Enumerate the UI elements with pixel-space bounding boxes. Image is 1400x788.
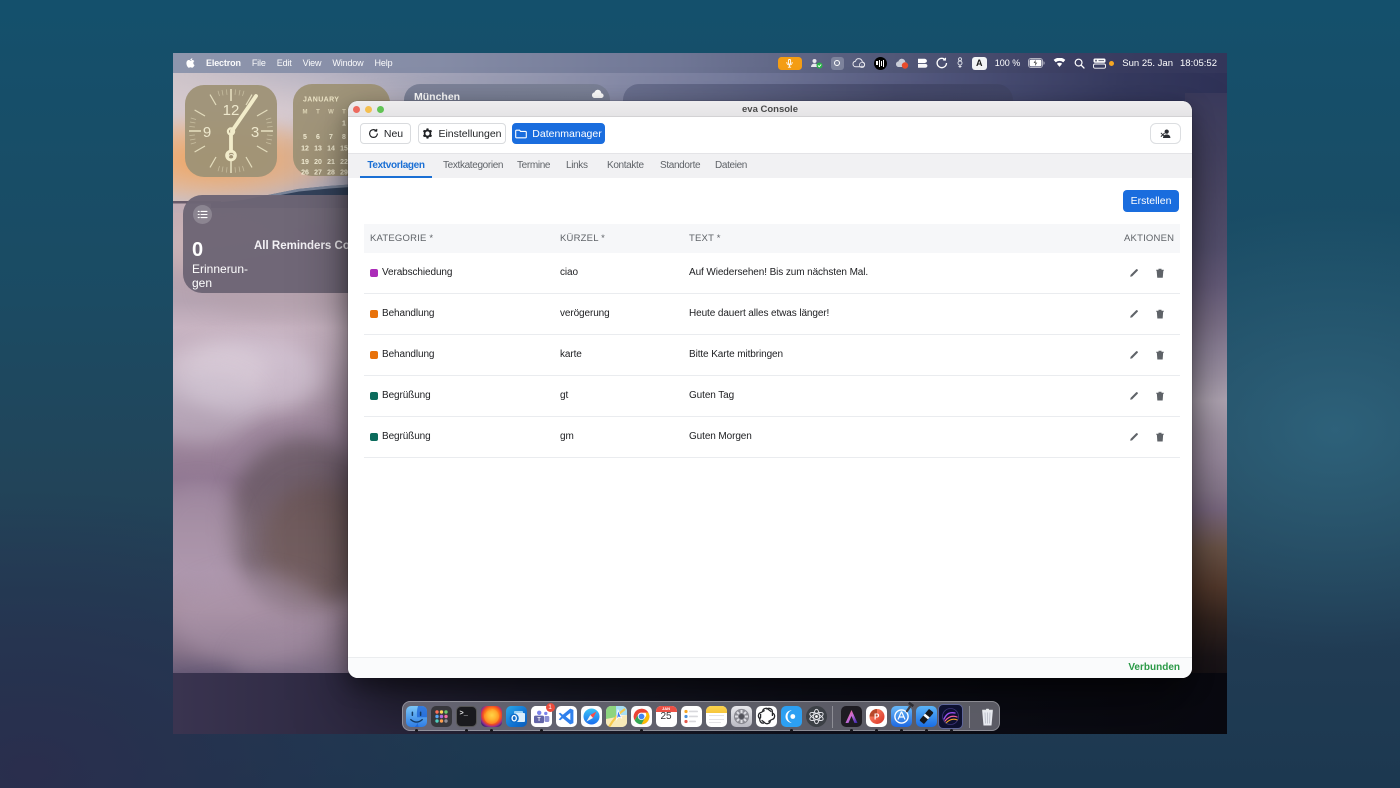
svg-text:12: 12 bbox=[223, 102, 240, 119]
svg-text:M: M bbox=[303, 110, 308, 116]
svg-text:28: 28 bbox=[327, 170, 335, 177]
svg-text:9: 9 bbox=[203, 124, 211, 141]
svg-text:i: i bbox=[861, 62, 862, 67]
svg-text:P: P bbox=[874, 713, 880, 722]
svg-text:3: 3 bbox=[251, 124, 259, 141]
svg-text:8: 8 bbox=[342, 134, 346, 141]
svg-text:W: W bbox=[328, 110, 334, 116]
svg-text:7: 7 bbox=[329, 134, 333, 141]
svg-text:T: T bbox=[316, 110, 320, 116]
svg-text:22: 22 bbox=[340, 159, 348, 166]
svg-text:19: 19 bbox=[301, 159, 309, 166]
svg-text:15: 15 bbox=[340, 146, 348, 153]
svg-text:6: 6 bbox=[316, 134, 320, 141]
svg-text:27: 27 bbox=[314, 170, 322, 177]
svg-text:JANUARY: JANUARY bbox=[303, 97, 339, 104]
svg-text:12: 12 bbox=[301, 146, 309, 153]
svg-text:29: 29 bbox=[340, 170, 348, 177]
svg-text:13: 13 bbox=[314, 146, 322, 153]
svg-text:21: 21 bbox=[327, 159, 335, 166]
svg-text:T: T bbox=[342, 110, 346, 116]
svg-text:14: 14 bbox=[327, 146, 335, 153]
svg-text:1: 1 bbox=[342, 121, 346, 128]
svg-text:26: 26 bbox=[301, 170, 309, 177]
svg-text:5: 5 bbox=[303, 134, 307, 141]
svg-text:20: 20 bbox=[314, 159, 322, 166]
